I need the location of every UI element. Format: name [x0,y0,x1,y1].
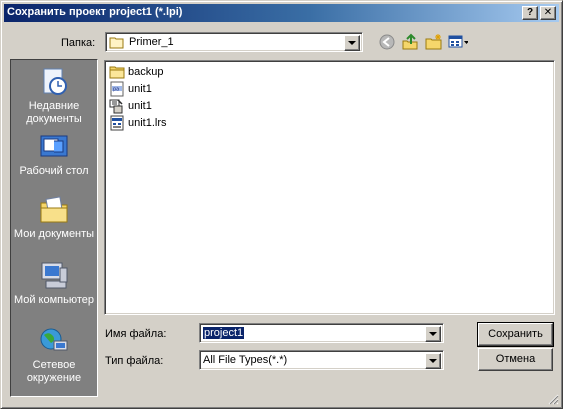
filename-dropdown-arrow[interactable] [425,326,441,342]
up-folder-icon[interactable] [401,33,421,51]
folder-icon [109,37,124,49]
places-item-recent[interactable]: Недавние документы [11,66,97,126]
network-icon [40,328,68,351]
filetype-value: All File Types(*.*) [203,354,288,366]
filetype-combobox[interactable]: All File Types(*.*) [199,350,444,370]
help-button[interactable]: ? [522,6,538,20]
dialog-title: Сохранить проект project1 (*.lpi) [7,6,183,18]
folder-icon [109,66,125,79]
file-list[interactable]: backup pa unit1 unit1 unit1.lrs [104,60,555,315]
form-file-icon [109,99,123,114]
pascal-file-icon: pa [110,81,124,97]
filetype-label: Тип файла: [105,355,164,367]
my-computer-icon [41,262,68,289]
title-bar[interactable]: Сохранить проект project1 (*.lpi) ? ✕ [4,4,559,22]
places-item-label: Мой компьютер [13,294,95,306]
filename-label: Имя файла: [105,328,167,340]
recent-documents-icon [43,68,67,95]
file-name: unit1 [128,83,152,95]
new-folder-icon[interactable] [425,33,445,51]
places-item-label: Недавние документы [26,100,82,125]
places-item-network[interactable]: Сетевое окружение [11,325,97,385]
close-button[interactable]: ✕ [540,6,556,20]
back-icon[interactable] [378,33,398,51]
my-documents-icon [40,196,68,223]
places-item-my-documents[interactable]: Мои документы [11,194,97,241]
resize-grip-icon[interactable] [547,393,559,405]
places-bar: Недавние документы Рабочий стол Мои доку… [10,59,98,397]
filename-combobox[interactable]: project1 [199,323,444,343]
places-item-my-computer[interactable]: Мой компьютер [11,260,97,307]
resource-file-icon [110,115,124,131]
cancel-button[interactable]: Отмена [478,348,553,371]
places-item-label: Мои документы [13,228,95,240]
location-label: Папка: [61,37,96,49]
location-dropdown-arrow[interactable] [344,35,360,51]
view-menu-icon[interactable] [448,33,468,51]
save-project-dialog: Сохранить проект project1 (*.lpi) ? ✕ Па… [0,0,563,409]
filetype-dropdown-arrow[interactable] [425,353,441,369]
file-name: unit1 [128,100,152,112]
location-value: Primer_1 [129,36,174,48]
save-button[interactable]: Сохранить [477,322,554,347]
file-name: backup [128,66,164,78]
location-combobox[interactable]: Primer_1 [105,32,363,52]
places-item-label: Сетевое окружение [26,359,82,384]
file-name: unit1.lrs [128,117,167,129]
desktop-icon [40,135,68,157]
filename-input[interactable]: project1 [203,327,245,339]
places-item-label: Рабочий стол [19,165,89,177]
svg-text:pa: pa [113,87,119,93]
places-item-desktop[interactable]: Рабочий стол [11,131,97,178]
